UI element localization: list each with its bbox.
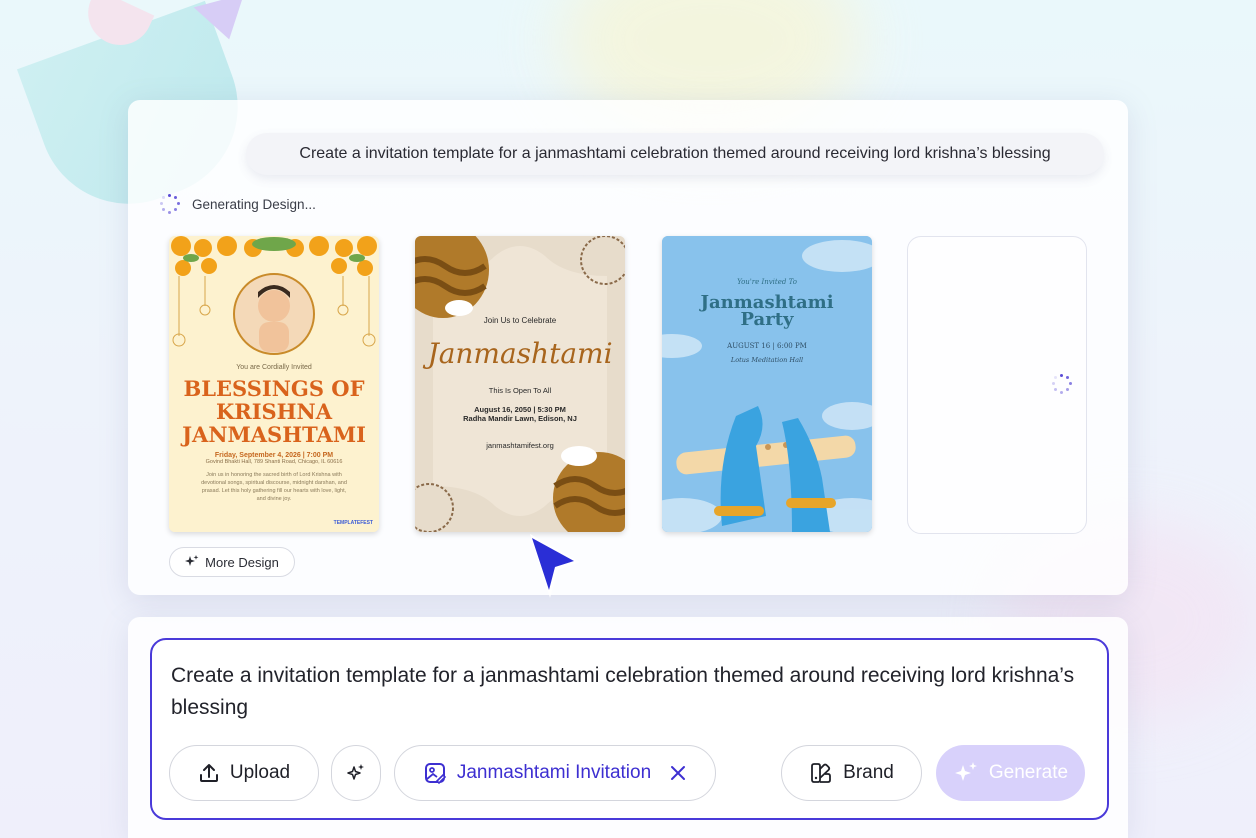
card3-title: Janmashtami Party <box>700 292 834 330</box>
card1-date: Friday, September 4, 2026 | 7:00 PM <box>214 452 334 459</box>
design-card-2[interactable]: Join Us to Celebrate Janmashtami This Is… <box>415 236 625 532</box>
selected-template-chip[interactable]: Janmashtami Invitation <box>394 745 716 801</box>
more-design-button[interactable]: More Design <box>169 547 295 577</box>
close-icon[interactable] <box>669 764 687 782</box>
design-card-3[interactable]: You're Invited To Janmashtami Party AUGU… <box>662 236 872 532</box>
generate-button[interactable]: Generate <box>936 745 1085 801</box>
sparkle-icon <box>954 762 977 781</box>
card2-join: Join Us to Celebrate <box>483 316 557 325</box>
more-design-label: More Design <box>205 554 279 570</box>
card3-date: AUGUST 16 | 6:00 PM <box>727 342 807 350</box>
card2-open: This Is Open To All <box>488 386 552 395</box>
upload-icon <box>199 764 218 782</box>
status-text: Generating Design... <box>192 196 316 212</box>
card1-venue: Govind Bhakti Hall, 789 Shanti Road, Chi… <box>205 459 343 465</box>
composer-input[interactable]: Create a invitation template for a janma… <box>171 660 1091 724</box>
generating-status: Generating Design... <box>160 193 316 215</box>
brand-icon <box>811 763 832 783</box>
brand-button[interactable]: Brand <box>781 745 922 801</box>
generate-label: Generate <box>988 762 1069 783</box>
decorative-shape <box>193 0 255 47</box>
spinner-icon <box>160 194 180 214</box>
cursor-arrow-icon <box>530 534 580 598</box>
magic-icon <box>347 764 364 780</box>
card2-date: August 16, 2050 | 5:30 PM <box>474 405 566 414</box>
image-edit-icon <box>424 763 446 785</box>
spinner-icon <box>1052 374 1072 394</box>
card3-invited: You're Invited To <box>737 278 797 286</box>
design-card-1[interactable]: You are Cordially Invited BLESSINGS OF K… <box>169 236 379 532</box>
card2-url: janmashtamifest.org <box>486 441 554 450</box>
card1-body: Join us in honoring the sacred birth of … <box>201 472 347 502</box>
card2-venue: Radha Mandir Lawn, Edison, NJ <box>463 414 577 423</box>
chip-label: Janmashtami Invitation <box>456 762 652 783</box>
brand-label: Brand <box>843 762 894 783</box>
magic-enhance-button[interactable] <box>331 745 381 801</box>
card1-invited: You are Cordially Invited <box>236 364 312 371</box>
card2-title: Janmashtami <box>427 337 613 370</box>
upload-button[interactable]: Upload <box>169 745 319 801</box>
sparkle-icon <box>185 555 199 566</box>
card1-title: BLESSINGS OF KRISHNA JANMASHTAMI <box>182 376 366 447</box>
prompt-bubble: Create a invitation template for a janma… <box>246 133 1104 175</box>
card1-badge: TEMPLATEFEST <box>333 520 373 526</box>
upload-label: Upload <box>229 762 291 783</box>
design-card-loading <box>907 236 1087 534</box>
card3-venue: Lotus Meditation Hall <box>730 356 804 364</box>
